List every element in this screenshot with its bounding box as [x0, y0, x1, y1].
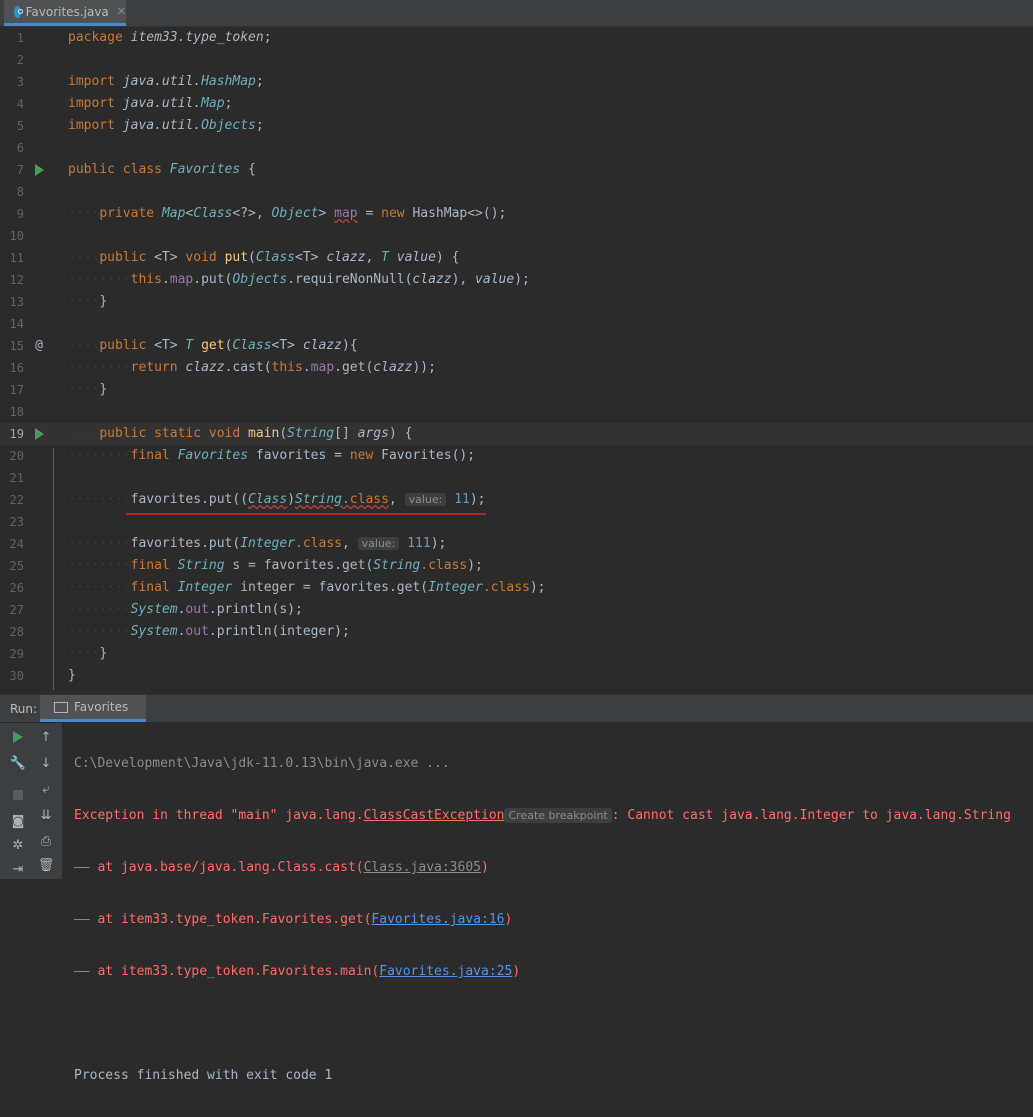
- login-button[interactable]: ⇥: [10, 861, 26, 877]
- code-line: 7 public class Favorites {: [0, 159, 1033, 181]
- code-line: 16 ········return clazz.cast(this.map.get…: [9, 360, 436, 375]
- run-label: Run:: [10, 702, 38, 716]
- trash-icon: 🗑: [37, 857, 55, 873]
- code-line: 8: [16, 185, 24, 199]
- code-line: 15 @ ····public <T> T get(Class<T> clazz){: [0, 335, 1033, 357]
- printer-icon: ⎙: [40, 833, 52, 849]
- trace-link[interactable]: Favorites.java:16: [371, 912, 504, 927]
- code-line: 28 ········System.out.println(integer);: [9, 624, 350, 639]
- tab-favorites-java[interactable]: Favorites.java ✕: [4, 0, 126, 26]
- code-line: 11 ····public <T> void put(Class<T> clazz…: [9, 250, 460, 265]
- code-line: 29 ····}: [9, 646, 108, 661]
- rerun-button[interactable]: [10, 729, 26, 745]
- code-line: 10: [9, 229, 24, 243]
- clear-button[interactable]: 🗑: [37, 857, 55, 873]
- console-line: C:\Development\Java\jdk-11.0.13\bin\java…: [74, 756, 450, 771]
- console-line: Process finished with exit code 1: [74, 1068, 333, 1083]
- settings-button[interactable]: 🔧: [10, 755, 26, 771]
- code-line: 2: [16, 53, 24, 67]
- param-hint: value:: [404, 493, 447, 506]
- code-line: 12 ········this.map.put(Objects.requireNo…: [9, 272, 530, 287]
- debug-button[interactable]: ✲: [10, 837, 26, 853]
- wrench-icon: 🔧: [9, 755, 27, 771]
- override-icon[interactable]: @: [32, 335, 46, 357]
- run-header: Run: Favorites: [0, 695, 1033, 722]
- code-line: 4 import java.util.Map;: [16, 96, 233, 111]
- code-line: 25 ········final String s = favorites.get…: [9, 558, 483, 573]
- code-line: 14: [9, 317, 24, 331]
- editor-tab-bar: Favorites.java ✕: [0, 0, 1033, 27]
- scroll-end-icon: ⇊: [40, 807, 52, 823]
- run-tab-favorites[interactable]: Favorites: [40, 695, 146, 722]
- camera-icon: ◙: [11, 813, 25, 829]
- code-line: 6: [16, 141, 24, 155]
- up-stack-button[interactable]: ↑: [38, 729, 54, 745]
- run-tab-label: Favorites: [74, 700, 129, 714]
- run-tool-window: Run: Favorites ↑ 🔧 ↓ ⤶ ◙ ⇊ ✲ ⎙ ⇥ 🗑 C:\De…: [0, 694, 1033, 1083]
- code-line: 21: [9, 471, 24, 485]
- code-line: 17 ····}: [9, 382, 108, 397]
- code-line: 20 ········final Favorites favorites = ne…: [9, 448, 476, 463]
- console-line: —— at item33.type_token.Favorites.get(Fa…: [74, 912, 513, 927]
- down-stack-button[interactable]: ↓: [38, 755, 54, 771]
- play-icon: [13, 731, 23, 743]
- code-editor[interactable]: 1 package item33.type_token; 2 3 import ja…: [0, 27, 1033, 693]
- close-icon[interactable]: ✕: [117, 5, 126, 18]
- stop-button[interactable]: [10, 787, 26, 803]
- scroll-to-end-button[interactable]: ⇊: [38, 807, 54, 823]
- code-line: 24 ········favorites.put(Integer.class, v…: [9, 536, 447, 551]
- annotation-underline: [126, 513, 486, 515]
- code-line: 30}: [9, 668, 76, 683]
- screenshot-button[interactable]: ◙: [10, 813, 26, 829]
- enter-icon: ⇥: [12, 861, 24, 877]
- create-breakpoint-button[interactable]: Create breakpoint: [504, 808, 612, 823]
- code-line: 18: [9, 405, 24, 419]
- code-line: 27 ········System.out.println(s);: [9, 602, 303, 617]
- console-icon: [54, 701, 68, 713]
- arrow-down-icon: ↓: [40, 755, 52, 771]
- arrow-up-icon: ↑: [40, 729, 52, 745]
- java-class-icon: [14, 5, 23, 18]
- code-line: 22 ········favorites.put((Class)String.cl…: [9, 492, 486, 507]
- console-output[interactable]: C:\Development\Java\jdk-11.0.13\bin\java…: [74, 723, 1033, 1117]
- param-hint: value:: [357, 537, 400, 550]
- console-line: —— at item33.type_token.Favorites.main(F…: [74, 964, 521, 979]
- trace-link[interactable]: Class.java:3605: [364, 860, 481, 875]
- print-button[interactable]: ⎙: [38, 833, 54, 849]
- code-line: 26 ········final Integer integer = favori…: [9, 580, 546, 595]
- trace-link[interactable]: Favorites.java:25: [379, 964, 512, 979]
- code-line: 3 import java.util.HashMap;: [16, 74, 264, 89]
- bug-icon: ✲: [12, 837, 24, 853]
- run-main-icon[interactable]: [32, 423, 46, 445]
- console-line: Exception in thread "main" java.lang.Cla…: [74, 808, 1011, 823]
- console-line: —— at java.base/java.lang.Class.cast(Cla…: [74, 860, 489, 875]
- soft-wrap-button[interactable]: ⤶: [38, 781, 54, 797]
- run-class-icon[interactable]: [32, 159, 46, 181]
- code-line: 5 import java.util.Objects;: [16, 118, 264, 133]
- code-line: 13 ····}: [9, 294, 108, 309]
- code-line: 1 package item33.type_token;: [16, 30, 272, 45]
- code-line-current: 19 ····public static void main(String[] a…: [0, 423, 1033, 445]
- stop-icon: [13, 790, 23, 800]
- run-toolbar: ↑ 🔧 ↓ ⤶ ◙ ⇊ ✲ ⎙ ⇥ 🗑: [0, 723, 62, 879]
- exception-link[interactable]: ClassCastException: [364, 808, 505, 823]
- tab-label: Favorites.java: [25, 4, 109, 19]
- wrap-icon: ⤶: [42, 781, 50, 797]
- code-line: 9 ····private Map<Class<?>, Object> map =…: [16, 206, 507, 221]
